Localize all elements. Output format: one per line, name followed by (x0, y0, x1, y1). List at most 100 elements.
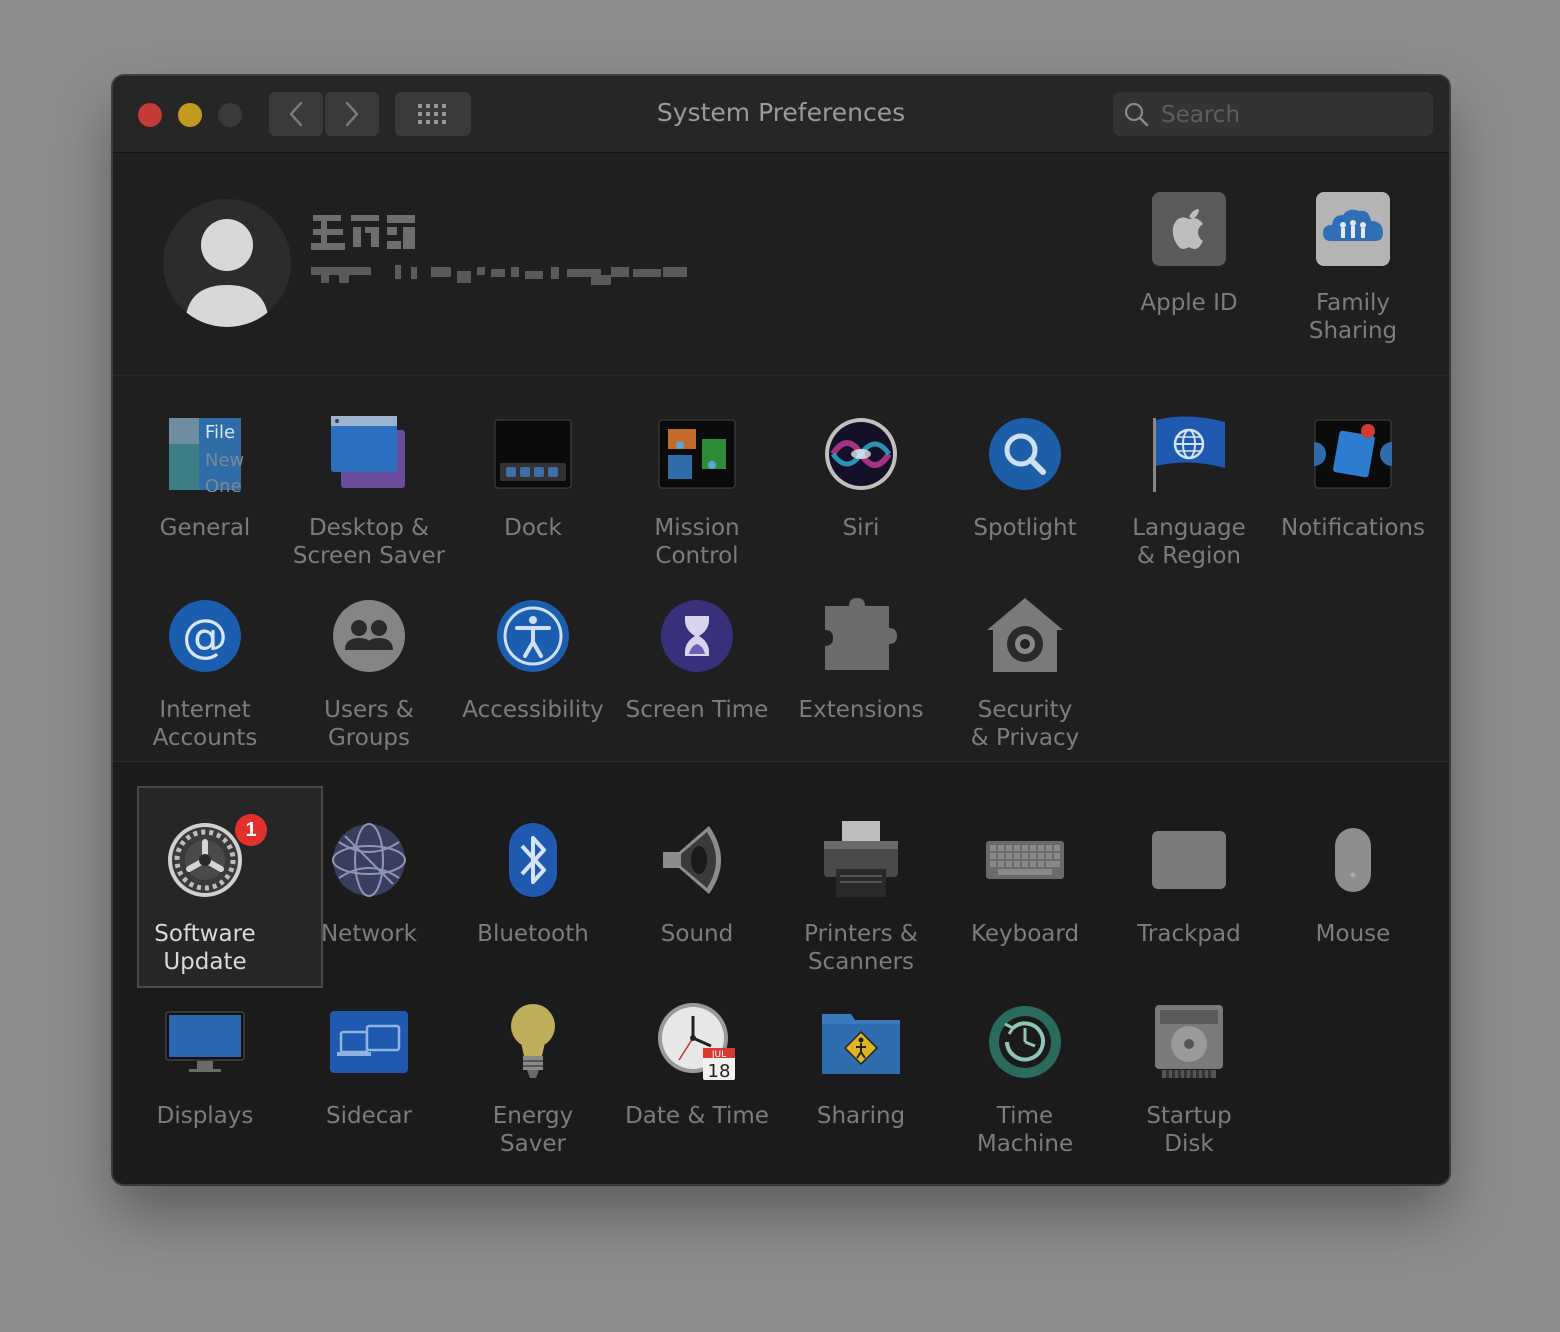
update-count-badge: 1 (235, 814, 267, 846)
pref-spotlight-label: Spotlight (973, 515, 1077, 541)
user-avatar[interactable] (163, 199, 291, 327)
mouse-icon (1313, 820, 1393, 900)
redacted-user-email (311, 265, 687, 285)
pref-sidecar[interactable]: Sidecar (287, 1002, 451, 1130)
pref-sharing[interactable]: Sharing (779, 1002, 943, 1130)
pref-language-region[interactable]: Language & Region (1107, 414, 1271, 570)
pref-notifications[interactable]: Notifications (1271, 414, 1435, 542)
apple-id-pref[interactable]: Apple ID (1107, 189, 1271, 317)
language-region-icon (1149, 414, 1229, 494)
desktop-screensaver-icon (329, 414, 409, 494)
time-machine-icon (985, 1002, 1065, 1082)
sidecar-icon (329, 1002, 409, 1082)
network-icon (329, 820, 409, 900)
pref-startup-disk[interactable]: Startup Disk (1107, 1002, 1271, 1158)
extensions-icon (821, 596, 901, 676)
pref-network-label: Network (320, 921, 418, 947)
hardware-preferences-section: 1 Software Update Network Bluetooth Soun… (113, 762, 1449, 1184)
family-sharing-icon (1313, 189, 1393, 269)
apple-id-label: Apple ID (1140, 290, 1238, 316)
pref-general-label: General (159, 515, 251, 541)
pref-energy-saver-label: Energy Saver (492, 1103, 574, 1157)
svg-text:@: @ (182, 609, 228, 663)
pref-keyboard-label: Keyboard (970, 921, 1080, 947)
title-bar: System Preferences (113, 76, 1449, 153)
pref-dock[interactable]: Dock (451, 414, 615, 542)
energy-saver-icon (493, 1002, 573, 1082)
pref-energy-saver[interactable]: Energy Saver (451, 1002, 615, 1158)
person-icon (185, 219, 269, 327)
pref-network[interactable]: Network (287, 820, 451, 948)
pref-accessibility-label: Accessibility (462, 697, 604, 723)
software-update-icon: 1 (165, 814, 267, 900)
pref-spotlight[interactable]: Spotlight (943, 414, 1107, 542)
pref-software-update[interactable]: 1 Software Update (123, 814, 287, 976)
pref-extensions[interactable]: Extensions (779, 596, 943, 724)
pref-desktop-screen-saver[interactable]: Desktop & Screen Saver (287, 414, 451, 570)
search-field[interactable] (1113, 92, 1433, 138)
pref-displays-label: Displays (156, 1103, 254, 1129)
pref-notifications-label: Notifications (1281, 515, 1425, 541)
apple-id-icon (1149, 189, 1229, 269)
pref-trackpad[interactable]: Trackpad (1107, 820, 1271, 948)
siri-icon (821, 414, 901, 494)
pref-mission-control[interactable]: Mission Control (615, 414, 779, 570)
pref-screen-time-label: Screen Time (625, 697, 769, 723)
redacted-user-name (311, 215, 415, 250)
pref-date-time-label: Date & Time (625, 1103, 769, 1129)
pref-screen-time[interactable]: Screen Time (615, 596, 779, 724)
pref-bluetooth[interactable]: Bluetooth (451, 820, 615, 948)
search-icon (1124, 102, 1149, 127)
general-icon-file-text: File (205, 422, 235, 443)
pref-keyboard[interactable]: Keyboard (943, 820, 1107, 948)
pref-trackpad-label: Trackpad (1137, 921, 1241, 947)
printers-scanners-icon (821, 820, 901, 900)
pref-startup-disk-label: Startup Disk (1146, 1103, 1232, 1157)
date-time-icon: JUL 18 (657, 1002, 737, 1082)
pref-sidecar-label: Sidecar (326, 1103, 412, 1129)
pref-extensions-label: Extensions (798, 697, 924, 723)
pref-sound[interactable]: Sound (615, 820, 779, 948)
search-input[interactable] (1159, 92, 1423, 138)
pref-sound-label: Sound (660, 921, 734, 947)
family-sharing-label: Family Sharing (1308, 290, 1398, 344)
pref-users-groups[interactable]: Users & Groups (287, 596, 451, 752)
pref-security-privacy[interactable]: Security & Privacy (943, 596, 1107, 752)
keyboard-icon (985, 820, 1065, 900)
notifications-icon (1313, 414, 1393, 494)
pref-sharing-label: Sharing (816, 1103, 906, 1129)
general-icon-one-text: One (205, 476, 242, 492)
pref-siri[interactable]: Siri (779, 414, 943, 542)
pref-general[interactable]: File New One General (123, 414, 287, 542)
pref-printers-scanners[interactable]: Printers & Scanners (779, 820, 943, 976)
pref-desktop-screen-saver-label: Desktop & Screen Saver (292, 515, 446, 569)
screen-time-icon (657, 596, 737, 676)
accessibility-icon (493, 596, 573, 676)
mission-control-icon (657, 414, 737, 494)
pref-time-machine[interactable]: Time Machine (943, 1002, 1107, 1158)
displays-icon (165, 1002, 245, 1082)
pref-users-groups-label: Users & Groups (324, 697, 414, 751)
pref-accessibility[interactable]: Accessibility (451, 596, 615, 724)
bluetooth-icon (493, 820, 573, 900)
personal-preferences-section: File New One General Desktop & Screen Sa… (113, 376, 1449, 762)
pref-security-privacy-label: Security & Privacy (970, 697, 1080, 751)
pref-internet-accounts-label: Internet Accounts (152, 697, 258, 751)
pref-date-time[interactable]: JUL 18 Date & Time (615, 1002, 779, 1130)
pref-mouse[interactable]: Mouse (1271, 820, 1435, 948)
system-preferences-window: System Preferences Search Apple ID Famil… (112, 75, 1450, 1185)
startup-disk-icon (1149, 1002, 1229, 1082)
pref-displays[interactable]: Displays (123, 1002, 287, 1130)
sharing-icon (821, 1002, 901, 1082)
internet-accounts-icon: @ (165, 596, 245, 676)
sound-icon (657, 820, 737, 900)
dock-icon (493, 414, 573, 494)
general-icon-new-text: New (205, 450, 243, 471)
family-sharing-pref[interactable]: Family Sharing (1271, 189, 1435, 345)
trackpad-icon (1149, 820, 1229, 900)
pref-printers-scanners-label: Printers & Scanners (804, 921, 918, 975)
pref-internet-accounts[interactable]: @ Internet Accounts (123, 596, 287, 752)
pref-software-update-label: Software Update (154, 921, 256, 975)
users-groups-icon (329, 596, 409, 676)
account-header: Apple ID Family Sharing (113, 153, 1449, 376)
